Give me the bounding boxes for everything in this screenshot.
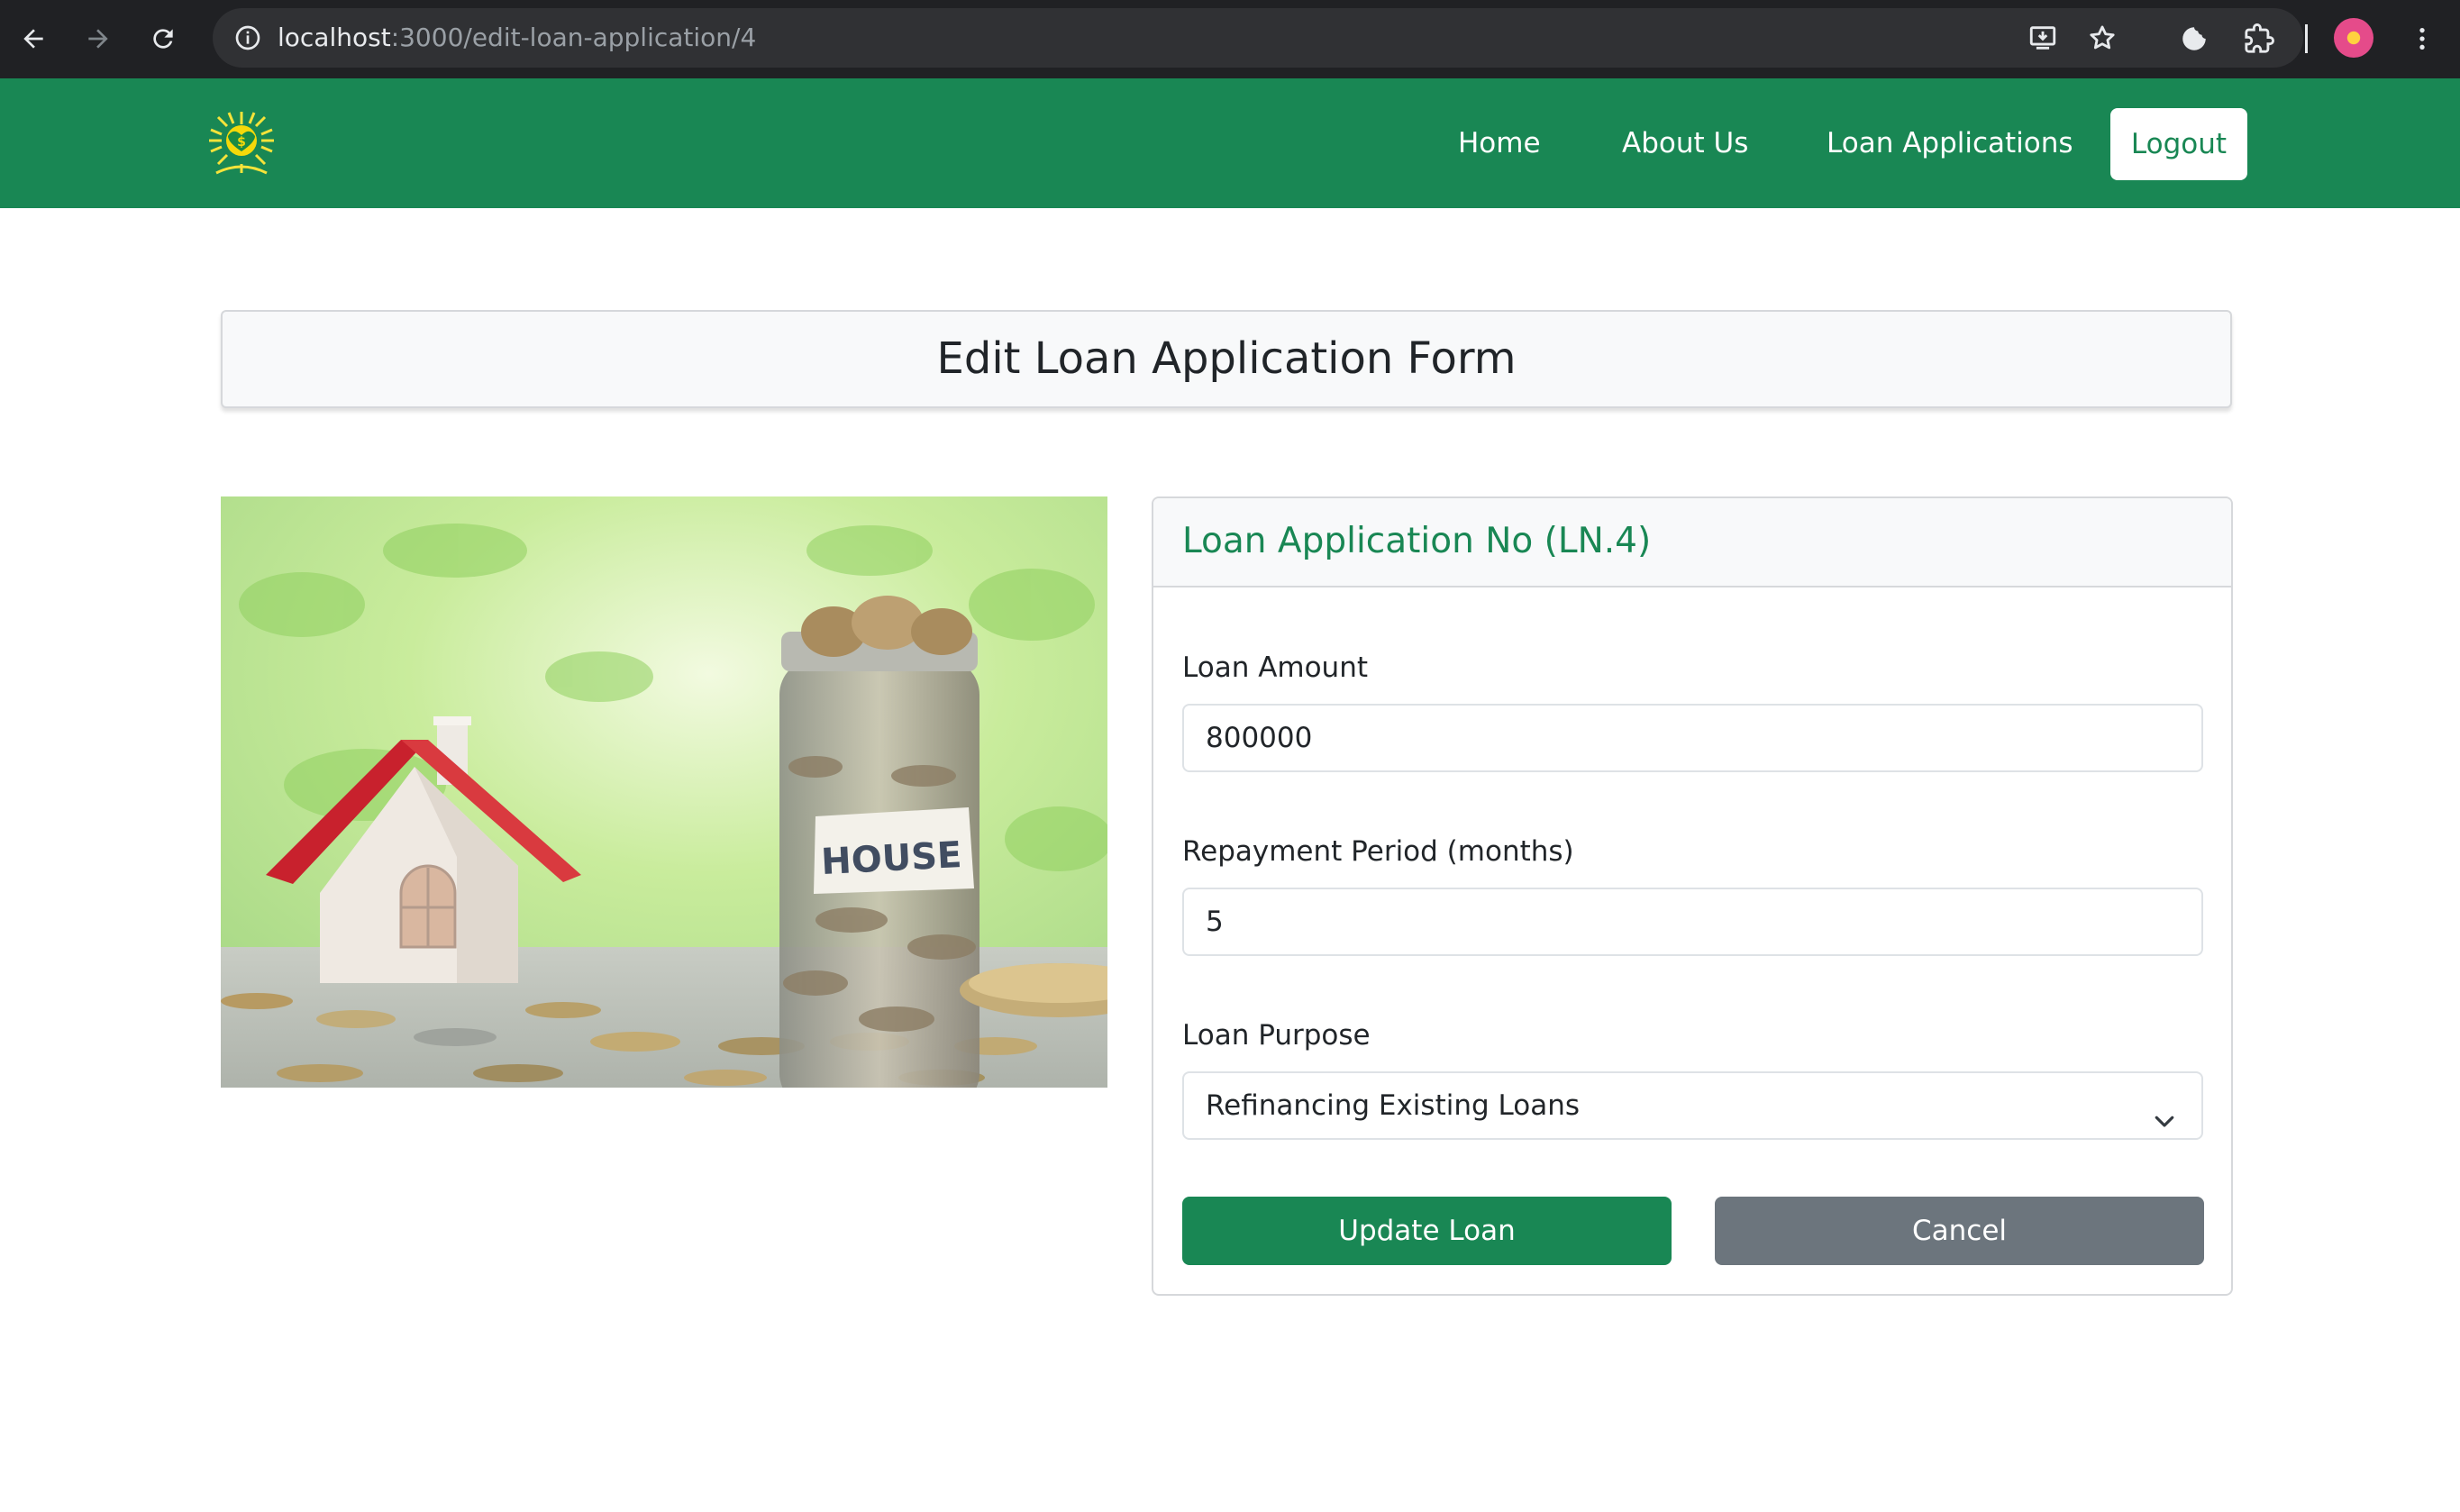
- sun-dollar-logo-icon[interactable]: $: [205, 108, 278, 180]
- repayment-period-input[interactable]: 5: [1182, 888, 2203, 956]
- forward-arrow-icon[interactable]: [76, 16, 121, 61]
- repayment-period-label: Repayment Period (months): [1182, 835, 1574, 868]
- loan-purpose-select[interactable]: Refinancing Existing Loans: [1182, 1071, 2203, 1140]
- house-coin-jar-image: HOUSE: [221, 496, 1107, 1088]
- nav-link-loan-applications[interactable]: Loan Applications: [1827, 123, 2073, 164]
- reload-icon[interactable]: [141, 16, 186, 61]
- back-arrow-icon[interactable]: [11, 16, 56, 61]
- main-navbar: $ Home About Us Loan Applications Logout: [0, 78, 2460, 208]
- address-url[interactable]: localhost:3000/edit-loan-application/4: [278, 8, 756, 68]
- site-info-icon[interactable]: [225, 15, 270, 60]
- page-title: Edit Loan Application Form: [936, 333, 1517, 384]
- loan-amount-label: Loan Amount: [1182, 651, 1369, 684]
- install-app-icon[interactable]: [2020, 15, 2065, 60]
- extension-cookie-icon[interactable]: [2172, 16, 2217, 61]
- loan-purpose-label: Loan Purpose: [1182, 1019, 1371, 1052]
- extension-puzzle-icon[interactable]: [2237, 16, 2282, 61]
- cancel-button[interactable]: Cancel: [1715, 1197, 2204, 1265]
- url-host: localhost: [278, 23, 391, 52]
- browser-toolbar: localhost:3000/edit-loan-application/4: [0, 0, 2460, 78]
- profile-avatar[interactable]: [2334, 18, 2373, 58]
- menu-kebab-icon[interactable]: [2400, 16, 2445, 61]
- loan-form-card: Loan Application No (LN.4) Loan Amount 8…: [1152, 496, 2233, 1296]
- nav-link-about-us[interactable]: About Us: [1622, 123, 1748, 164]
- jar-label-text: HOUSE: [820, 834, 962, 883]
- toolbar-divider: [2305, 24, 2308, 53]
- loan-application-number: Loan Application No (LN.4): [1182, 521, 1652, 561]
- url-path: :3000/edit-loan-application/4: [390, 23, 757, 52]
- nav-link-home[interactable]: Home: [1458, 123, 1541, 164]
- bookmark-star-icon[interactable]: [2080, 15, 2125, 60]
- update-loan-button[interactable]: Update Loan: [1182, 1197, 1672, 1265]
- loan-amount-input[interactable]: 800000: [1182, 704, 2203, 772]
- svg-text:$: $: [237, 135, 246, 150]
- page-title-card: Edit Loan Application Form: [221, 310, 2232, 408]
- logout-button[interactable]: Logout: [2110, 108, 2247, 180]
- loan-purpose-selected-value: Refinancing Existing Loans: [1206, 1089, 1581, 1122]
- chevron-down-icon: [2151, 1093, 2178, 1127]
- address-bar[interactable]: localhost:3000/edit-loan-application/4: [213, 8, 2303, 68]
- form-card-header: Loan Application No (LN.4): [1153, 498, 2231, 587]
